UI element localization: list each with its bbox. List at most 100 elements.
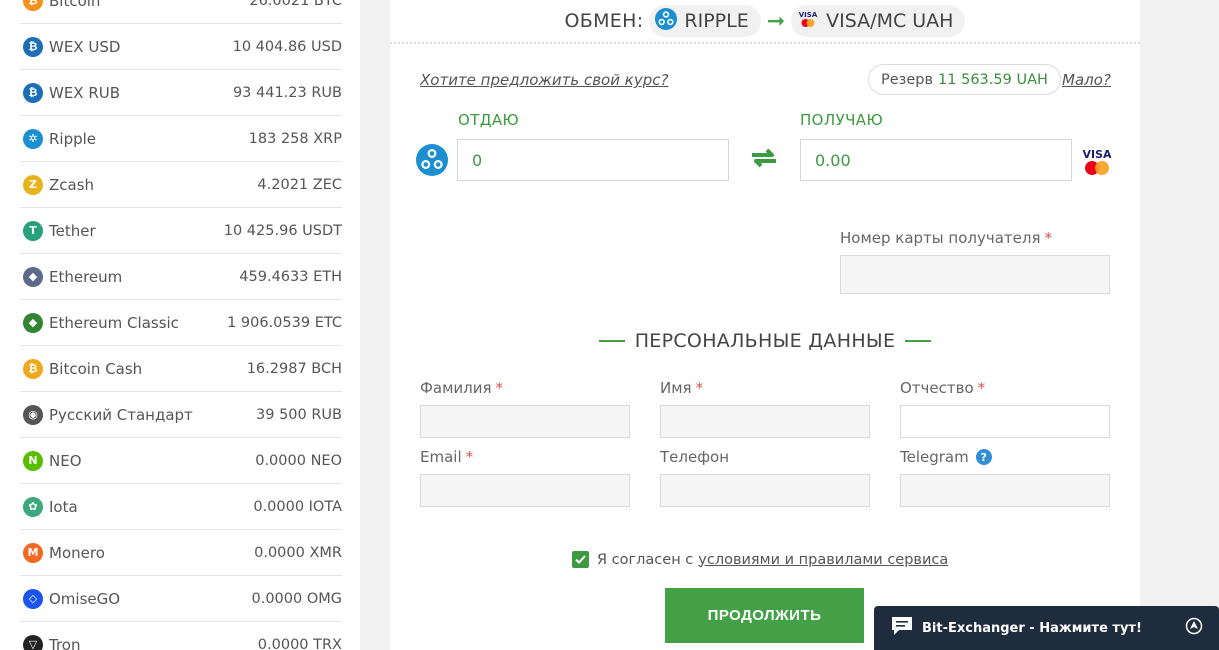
receive-label: ПОЛУЧАЮ [800, 111, 884, 129]
currency-name: WEX RUB [49, 83, 121, 102]
currency-name: NEO [49, 451, 82, 470]
currency-name: Zcash [49, 175, 95, 194]
from-currency-pill[interactable]: RIPPLE [649, 5, 761, 37]
currency-name: Ripple [49, 129, 97, 148]
reserve-label: Резерв [881, 71, 934, 88]
ethereum-icon: ◆ [23, 266, 43, 287]
last-name-label-text: Фамилия [420, 379, 492, 397]
currency-reserve: 1 906.0539 ETC [227, 314, 342, 331]
terms-link[interactable]: условиями и правилами сервиса [698, 552, 948, 568]
currency-row[interactable]: ✿ Iota 0.0000 IOTA [20, 484, 342, 530]
patronymic-label-text: Отчество [900, 379, 974, 397]
continue-button[interactable]: ПРОДОЛЖИТЬ [665, 588, 864, 643]
currency-row[interactable]: ₿ Bitcoin 26.0021 BTC [20, 0, 342, 24]
heading-dash-right [905, 340, 932, 342]
reserve-value: 11 563.59 UAH [938, 71, 1048, 88]
last-name-input[interactable] [420, 405, 630, 438]
swap-button[interactable] [748, 147, 780, 173]
currency-row[interactable]: ◆ Ethereum Classic 1 906.0539 ETC [20, 300, 342, 346]
currency-row[interactable]: N NEO 0.0000 NEO [20, 438, 342, 484]
patronymic-label: Отчество * [900, 379, 985, 397]
currency-row[interactable]: ✲ Ripple 183 258 XRP [20, 116, 342, 162]
first-name-label: Имя * [660, 379, 703, 397]
currency-name: WEX USD [49, 37, 121, 56]
receive-amount-input[interactable]: 0.00 [800, 139, 1072, 181]
tron-icon: ▽ [23, 634, 43, 650]
card-number-label: Номер карты получателя * [840, 229, 1052, 247]
currency-name: Monero [49, 543, 105, 562]
currency-name: Bitcoin [49, 0, 101, 10]
wex-icon: ₿ [23, 82, 43, 103]
agree-checkbox[interactable] [572, 551, 589, 568]
phone-input[interactable] [660, 474, 870, 507]
last-name-label: Фамилия * [420, 379, 503, 397]
currency-name: Русский Стандарт [49, 405, 193, 424]
from-currency-name: RIPPLE [684, 10, 749, 32]
currency-name: Tron [49, 635, 81, 650]
ethereum-classic-icon: ◆ [23, 312, 43, 333]
currency-row[interactable]: ◇ OmiseGO 0.0000 OMG [20, 576, 342, 622]
give-currency-icon [416, 144, 448, 180]
email-label: Email * [420, 448, 473, 466]
arrow-right-icon: ➞ [766, 8, 786, 34]
receive-amount-value: 0.00 [815, 150, 851, 170]
currency-reserve: 0.0000 XMR [254, 544, 342, 561]
currency-reserve: 0.0000 TRX [257, 636, 342, 650]
give-amount-value: 0 [472, 150, 483, 170]
too-little-link[interactable]: Мало? [1062, 71, 1111, 89]
swap-icon [748, 146, 780, 174]
currency-row[interactable]: ▽ Tron 0.0000 TRX [20, 622, 342, 650]
currency-row[interactable]: ₿ WEX RUB 93 441.23 RUB [20, 70, 342, 116]
monero-icon: M [23, 542, 43, 563]
exchange-title-bar: ОБМЕН: RIPPLE ➞ VISA VISA/MC UAH [390, 0, 1140, 44]
required-mark: * [1044, 229, 1053, 247]
currency-name: Ethereum Classic [49, 313, 179, 332]
currency-row[interactable]: Z Zcash 4.2021 ZEC [20, 162, 342, 208]
chat-widget[interactable]: Bit-Exchanger - Нажмите тут! [874, 606, 1219, 650]
give-amount-input[interactable]: 0 [457, 139, 729, 181]
telegram-label-text: Telegram [900, 448, 969, 466]
required-mark: * [495, 379, 504, 397]
first-name-label-text: Имя [660, 379, 692, 397]
help-icon[interactable]: ? [975, 449, 992, 465]
neo-icon: N [23, 450, 43, 471]
currency-list: ₿ Bitcoin 26.0021 BTC ₿ WEX USD 10 404.86 USD… [20, 0, 342, 650]
phone-label: Телефон [660, 448, 730, 466]
email-label-text: Email [420, 448, 462, 466]
patronymic-input[interactable] [900, 405, 1110, 438]
agree-text: Я согласен с [597, 551, 694, 568]
currency-row[interactable]: ◉ Русский Стандарт 39 500 RUB [20, 392, 342, 438]
currency-sidebar: ₿ Bitcoin 26.0021 BTC ₿ WEX USD 10 404.86 USD… [0, 0, 360, 650]
currency-row[interactable]: M Monero 0.0000 XMR [20, 530, 342, 576]
omisego-icon: ◇ [23, 588, 43, 609]
ripple-icon: ✲ [23, 128, 43, 149]
chat-expand-icon[interactable] [1185, 617, 1203, 639]
give-label: ОТДАЮ [458, 111, 520, 129]
first-name-input[interactable] [660, 405, 870, 438]
currency-name: OmiseGO [49, 589, 121, 608]
propose-rate-link[interactable]: Хотите предложить свой курс? [420, 71, 668, 89]
card-number-label-text: Номер карты получателя [840, 229, 1041, 247]
visa-mastercard-icon: VISA [797, 8, 819, 35]
email-input[interactable] [420, 474, 630, 507]
currency-row[interactable]: ₿ Bitcoin Cash 16.2987 BCH [20, 346, 342, 392]
exchange-panel: ОБМЕН: RIPPLE ➞ VISA VISA/MC UAH Хотите … [390, 0, 1140, 650]
currency-row[interactable]: T Tether 10 425.96 USDT [20, 208, 342, 254]
bitcoin-icon: ₿ [23, 0, 43, 11]
card-number-input[interactable] [840, 255, 1110, 294]
currency-name: Ethereum [49, 267, 123, 286]
check-icon [575, 555, 586, 564]
currency-row[interactable]: ◆ Ethereum 459.4633 ETH [20, 254, 342, 300]
currency-reserve: 26.0021 BTC [249, 0, 342, 9]
svg-text:VISA: VISA [799, 11, 818, 19]
currency-reserve: 4.2021 ZEC [257, 176, 342, 193]
to-currency-pill[interactable]: VISA VISA/MC UAH [791, 5, 966, 37]
currency-reserve: 10 404.86 USD [232, 38, 342, 55]
zcash-icon: Z [23, 174, 43, 195]
telegram-label: Telegram ? [900, 448, 992, 466]
currency-name: Iota [49, 497, 78, 516]
exchange-title: ОБМЕН: [564, 10, 644, 32]
currency-reserve: 0.0000 NEO [255, 452, 342, 469]
currency-row[interactable]: ₿ WEX USD 10 404.86 USD [20, 24, 342, 70]
telegram-input[interactable] [900, 474, 1110, 507]
